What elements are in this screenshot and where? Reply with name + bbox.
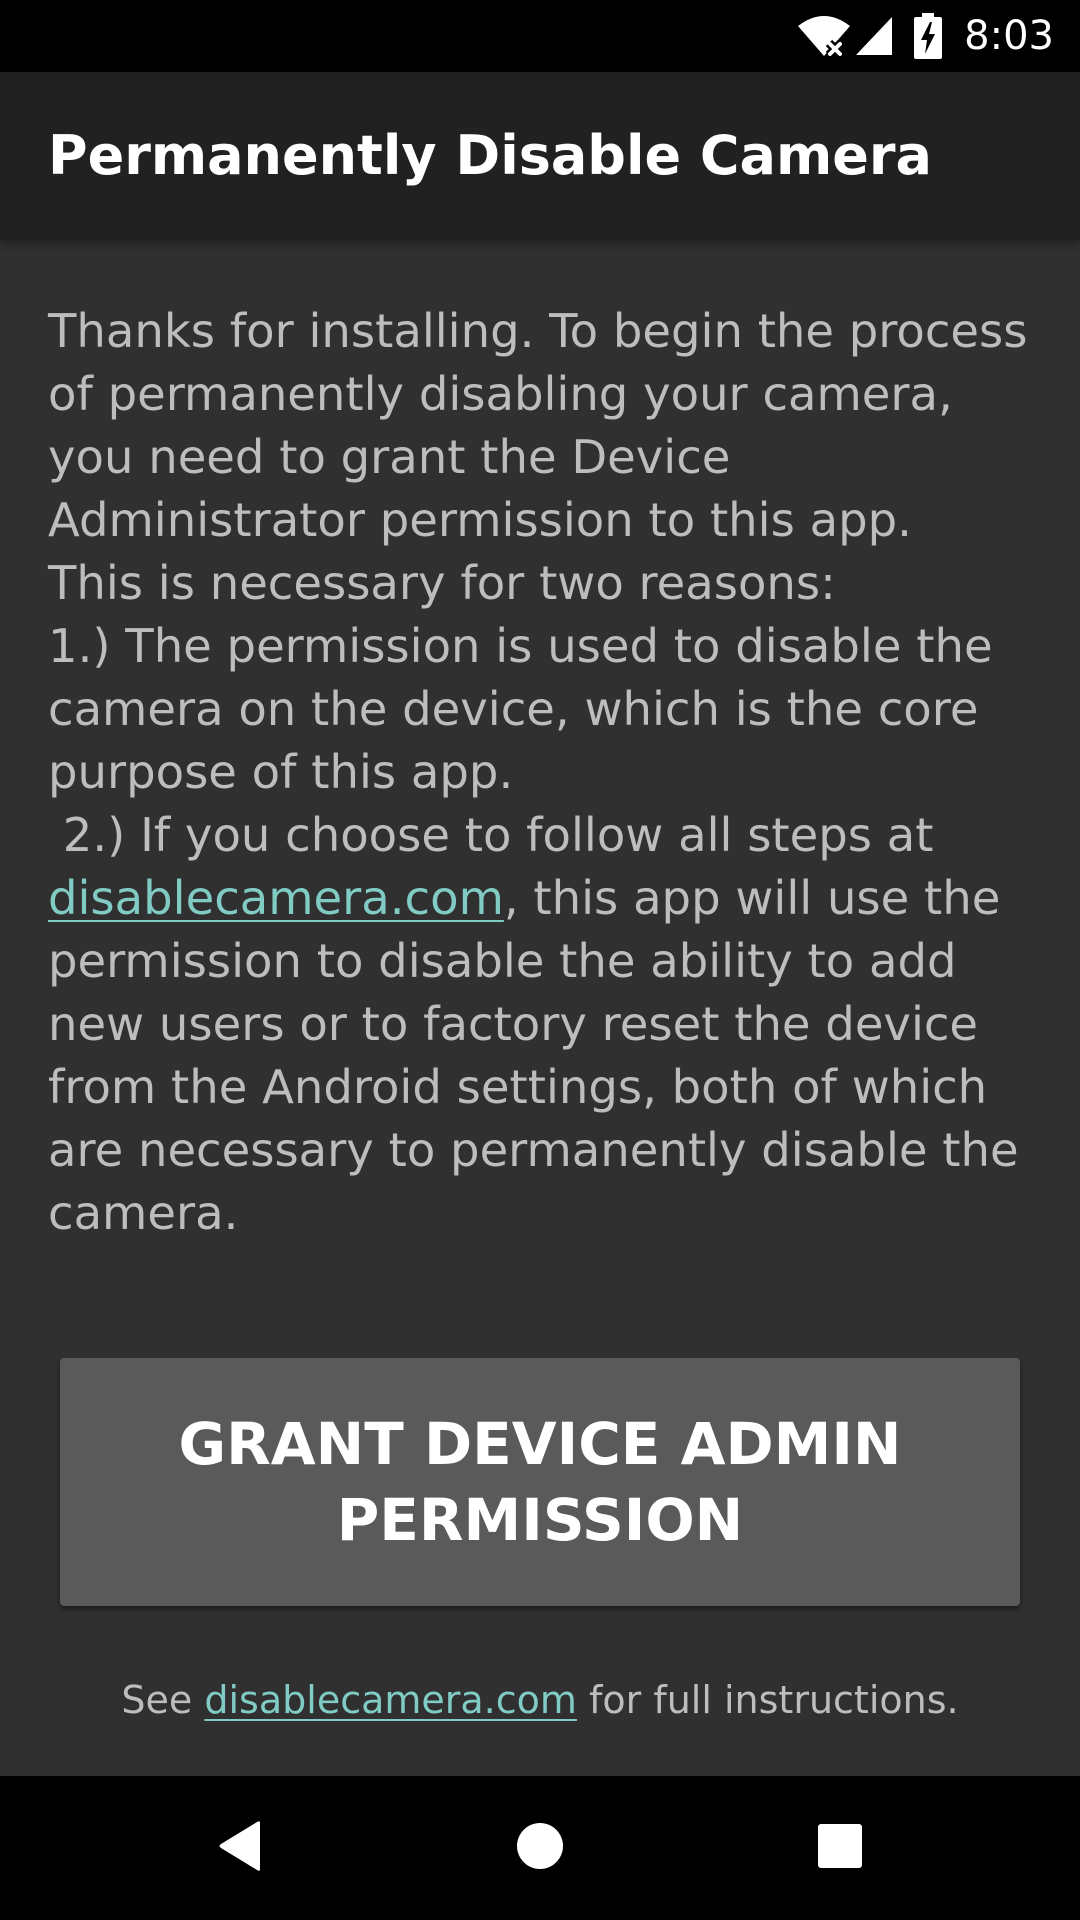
status-time: 8:03 [964,13,1054,59]
home-icon [516,1822,564,1874]
home-button[interactable] [468,1776,612,1920]
intro-paragraph: Thanks for installing. To begin the proc… [48,300,1038,552]
reason-2-suffix: , this app will use the permission to di… [48,871,1019,1240]
reason-2-prefix: 2.) If you choose to follow all steps at [48,808,949,862]
app-title: Permanently Disable Camera [48,124,932,187]
battery-charging-icon [914,13,943,59]
footer-suffix: for full instructions. [576,1678,959,1722]
cellular-signal-icon [854,15,894,57]
back-icon [216,1820,264,1876]
status-icons: 8:03 [796,0,1054,72]
back-button[interactable] [168,1776,312,1920]
reasons-heading: This is necessary for two reasons: [48,552,1038,615]
reason-1: 1.) The permission is used to disable th… [48,615,1038,804]
wifi-no-internet-icon [796,14,852,58]
disablecamera-link-footer[interactable]: disablecamera.com [204,1678,577,1722]
footer-prefix: See [121,1678,205,1722]
screen: 8:03 Permanently Disable Camera Thanks f… [0,0,1080,1920]
instructions-text: Thanks for installing. To begin the proc… [48,300,1038,1245]
grant-device-admin-button[interactable]: GRANT DEVICE ADMIN PERMISSION [60,1358,1020,1606]
grant-button-label-line-2: PERMISSION [336,1486,744,1554]
status-bar: 8:03 [0,0,1080,72]
app-bar: Permanently Disable Camera [0,72,1080,240]
navigation-bar [0,1776,1080,1920]
recents-button[interactable] [768,1776,912,1920]
recents-icon [818,1824,862,1872]
reason-2: 2.) If you choose to follow all steps at… [48,804,1038,1245]
footer-instructions: See disablecamera.com for full instructi… [0,1672,1080,1728]
grant-button-label-line-1: GRANT DEVICE ADMIN [178,1410,902,1478]
disablecamera-link-body[interactable]: disablecamera.com [48,871,504,925]
reason-1-text: 1.) The permission is used to disable th… [48,619,993,799]
intro-text: Thanks for installing. To begin the proc… [48,304,1028,547]
reasons-heading-text: This is necessary for two reasons: [48,556,836,610]
